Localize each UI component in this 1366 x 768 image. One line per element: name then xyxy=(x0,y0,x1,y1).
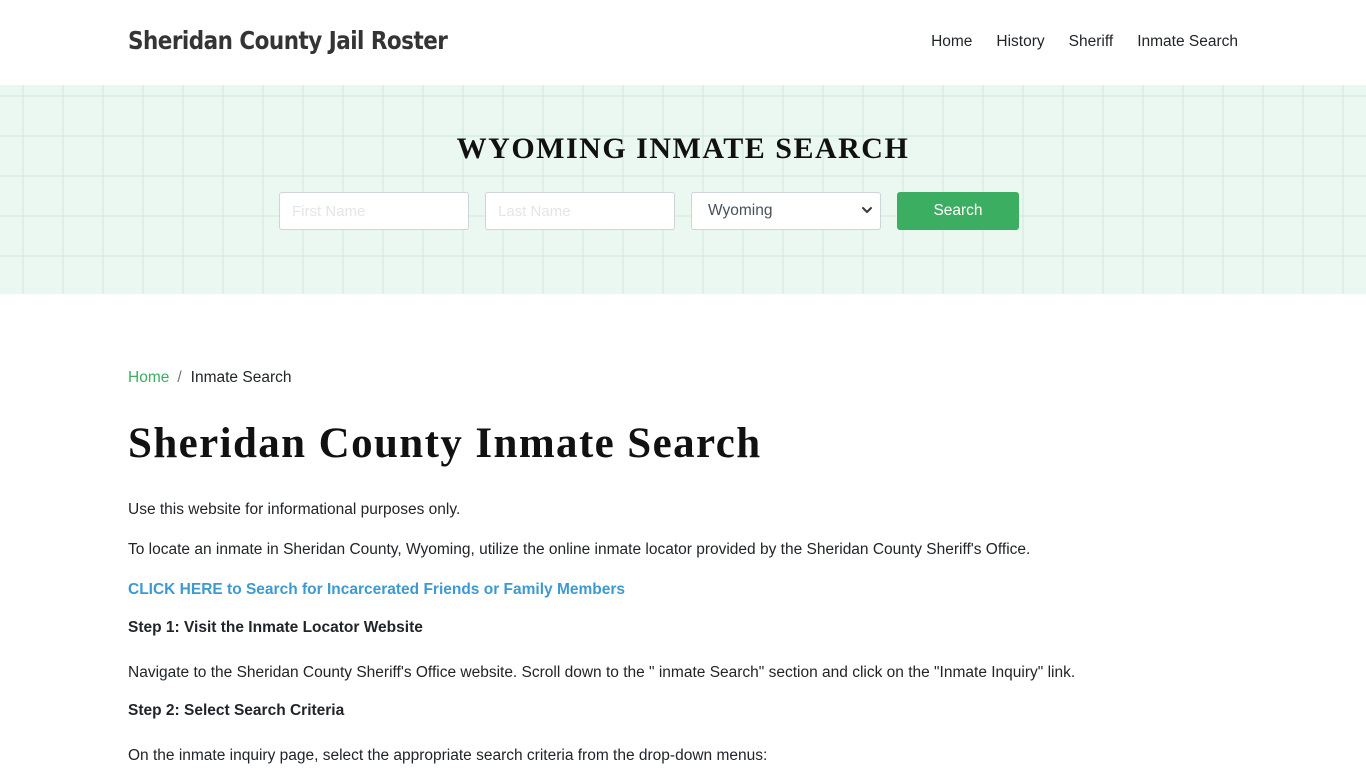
search-button[interactable]: Search xyxy=(897,192,1019,230)
search-inmates-link[interactable]: CLICK HERE to Search for Incarcerated Fr… xyxy=(128,581,625,599)
nav-item-inmate-search[interactable]: Inmate Search xyxy=(1137,33,1238,51)
main-nav: Home History Sheriff Inmate Search xyxy=(931,33,1238,51)
breadcrumb-current: Inmate Search xyxy=(190,369,292,386)
first-name-input[interactable] xyxy=(279,192,469,230)
breadcrumb: Home / Inmate Search xyxy=(128,369,291,387)
breadcrumb-separator: / xyxy=(177,369,182,386)
state-select[interactable]: Wyoming xyxy=(691,192,881,230)
search-hero: WYOMING INMATE SEARCH Wyoming Search xyxy=(0,85,1366,294)
locate-text: To locate an inmate in Sheridan County, … xyxy=(128,541,1031,558)
breadcrumb-home-link[interactable]: Home xyxy=(128,369,169,386)
step1-text: Navigate to the Sheridan County Sheriff'… xyxy=(128,664,1076,681)
site-header: Sheridan County Jail Roster Home History… xyxy=(0,0,1366,85)
nav-item-home[interactable]: Home xyxy=(931,33,972,51)
page-title: Sheridan County Inmate Search xyxy=(128,420,762,467)
search-form: Wyoming Search xyxy=(279,192,1019,230)
nav-item-sheriff[interactable]: Sheriff xyxy=(1069,33,1114,51)
hero-title: WYOMING INMATE SEARCH xyxy=(456,132,910,165)
chevron-down-icon xyxy=(862,207,872,213)
step2-heading: Step 2: Select Search Criteria xyxy=(128,702,345,719)
state-select-value: Wyoming xyxy=(708,202,773,219)
step2-text: On the inmate inquiry page, select the a… xyxy=(128,747,768,764)
site-brand[interactable]: Sheridan County Jail Roster xyxy=(128,26,448,55)
intro-text: Use this website for informational purpo… xyxy=(128,501,461,518)
last-name-input[interactable] xyxy=(485,192,675,230)
step1-heading: Step 1: Visit the Inmate Locator Website xyxy=(128,619,423,636)
nav-item-history[interactable]: History xyxy=(996,33,1044,51)
